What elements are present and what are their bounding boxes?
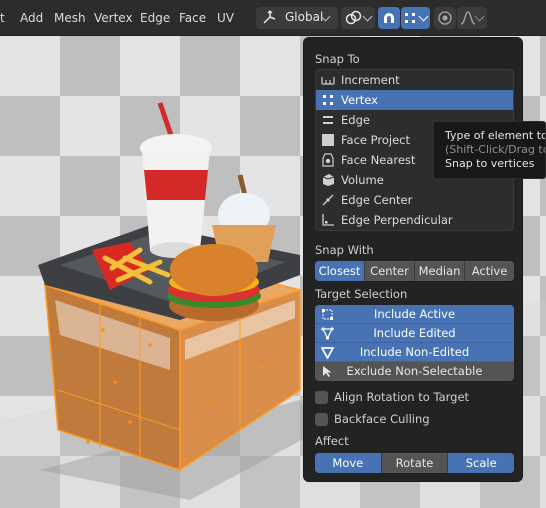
affect-move[interactable]: Move xyxy=(315,453,382,473)
edge-perpendicular-icon xyxy=(322,214,334,226)
transform-orientation-dropdown[interactable]: Global xyxy=(256,7,338,29)
proportional-editing-icon xyxy=(438,11,452,25)
snap-to-edge-center-label: Edge Center xyxy=(341,193,413,207)
cursor-arrow-icon xyxy=(323,366,332,377)
snap-with-closest[interactable]: Closest xyxy=(315,261,365,281)
menu-edge[interactable]: Edge xyxy=(140,10,170,26)
snap-with-active[interactable]: Active xyxy=(465,261,514,281)
snap-to-vertex[interactable]: Vertex xyxy=(316,90,513,110)
snap-to-vertex-label: Vertex xyxy=(341,93,378,107)
chevron-down-icon xyxy=(418,11,429,22)
include-edited-toggle[interactable]: Include Edited xyxy=(315,324,514,343)
snap-to-face-nearest-label: Face Nearest xyxy=(341,153,416,167)
face-nearest-icon xyxy=(322,153,334,167)
backface-culling-checkbox[interactable]: Backface Culling xyxy=(315,412,514,428)
tooltip-shortcut: (Shift-Click/Drag to s xyxy=(445,143,545,156)
backface-culling-label: Backface Culling xyxy=(334,412,430,426)
backface-culling-box[interactable] xyxy=(315,413,328,426)
face-project-icon xyxy=(322,134,334,146)
include-active-label: Include Active xyxy=(373,307,456,321)
snap-to-edge-center[interactable]: Edge Center xyxy=(316,190,513,210)
align-rotation-box[interactable] xyxy=(315,391,328,404)
align-rotation-label: Align Rotation to Target xyxy=(334,390,470,404)
orientation-axes-icon xyxy=(263,10,276,24)
menu-face[interactable]: Face xyxy=(179,10,206,26)
exclude-non-selectable-toggle[interactable]: Exclude Non-Selectable xyxy=(315,362,514,381)
affect-rotate[interactable]: Rotate xyxy=(382,453,449,473)
chevron-down-icon xyxy=(474,11,485,22)
burger xyxy=(167,244,261,321)
align-rotation-checkbox[interactable]: Align Rotation to Target xyxy=(315,390,514,406)
menu-vertex[interactable]: Vertex xyxy=(94,10,133,26)
menu-uv[interactable]: UV xyxy=(217,10,234,26)
viewport-header: t Add Mesh Vertex Edge Face UV Global xyxy=(0,0,546,36)
snap-with-median[interactable]: Median xyxy=(415,261,465,281)
include-non-edited-icon xyxy=(321,347,334,359)
pivot-point-dropdown[interactable] xyxy=(341,7,375,29)
snap-tooltip: Type of element to s (Shift-Click/Drag t… xyxy=(433,121,546,179)
vertex-grid-icon xyxy=(405,13,415,23)
include-active-icon xyxy=(322,309,333,320)
edge-center-icon xyxy=(322,194,334,206)
proportional-falloff-dropdown[interactable] xyxy=(457,7,487,29)
include-edited-label: Include Edited xyxy=(373,326,456,340)
vertex-icon xyxy=(323,95,333,105)
proportional-editing-toggle[interactable] xyxy=(434,7,456,29)
snap-to-edge-label: Edge xyxy=(341,113,370,127)
tooltip-description: Snap to vertices xyxy=(445,157,535,170)
snap-to-face-project-label: Face Project xyxy=(341,133,411,147)
snapping-popover: Snap To Increment Vertex Edge Face Proje… xyxy=(303,37,523,482)
snap-target-dropdown[interactable] xyxy=(401,7,430,29)
edge-icon xyxy=(323,116,333,124)
snap-to-edge-perpendicular-label: Edge Perpendicular xyxy=(341,213,453,227)
snap-to-increment-label: Increment xyxy=(341,73,400,87)
target-selection-title: Target Selection xyxy=(315,287,408,301)
target-selection-group: Include Active Include Edited Include No… xyxy=(315,305,514,381)
drink-cup xyxy=(140,102,212,258)
include-non-edited-label: Include Non-Edited xyxy=(359,345,470,359)
snap-to-volume-label: Volume xyxy=(341,173,384,187)
snap-to-edge-perpendicular[interactable]: Edge Perpendicular xyxy=(316,210,513,230)
include-non-edited-toggle[interactable]: Include Non-Edited xyxy=(315,343,514,362)
tooltip-title: Type of element to s xyxy=(445,129,546,142)
include-edited-icon xyxy=(321,327,334,340)
affect-title: Affect xyxy=(315,434,349,448)
snap-with-title: Snap With xyxy=(315,243,374,257)
chevron-down-icon xyxy=(362,11,373,22)
falloff-curve-icon xyxy=(460,11,476,25)
orientation-label: Global xyxy=(285,10,324,24)
exclude-non-selectable-label: Exclude Non-Selectable xyxy=(346,364,483,378)
affect-scale[interactable]: Scale xyxy=(448,453,514,473)
snap-with-selector: Closest Center Median Active xyxy=(315,261,514,281)
menu-mesh[interactable]: Mesh xyxy=(54,10,86,26)
snap-to-increment[interactable]: Increment xyxy=(316,70,513,90)
magnet-icon xyxy=(384,13,394,23)
menu-select[interactable]: t xyxy=(0,10,5,26)
affect-selector: Move Rotate Scale xyxy=(315,453,514,473)
increment-icon xyxy=(321,77,335,85)
link-pivot-icon xyxy=(345,10,362,25)
snap-to-title: Snap To xyxy=(315,52,360,66)
volume-icon xyxy=(322,174,335,186)
include-active-toggle[interactable]: Include Active xyxy=(315,305,514,324)
menu-add[interactable]: Add xyxy=(20,10,43,26)
snap-toggle[interactable] xyxy=(378,7,400,29)
snap-with-center[interactable]: Center xyxy=(365,261,415,281)
